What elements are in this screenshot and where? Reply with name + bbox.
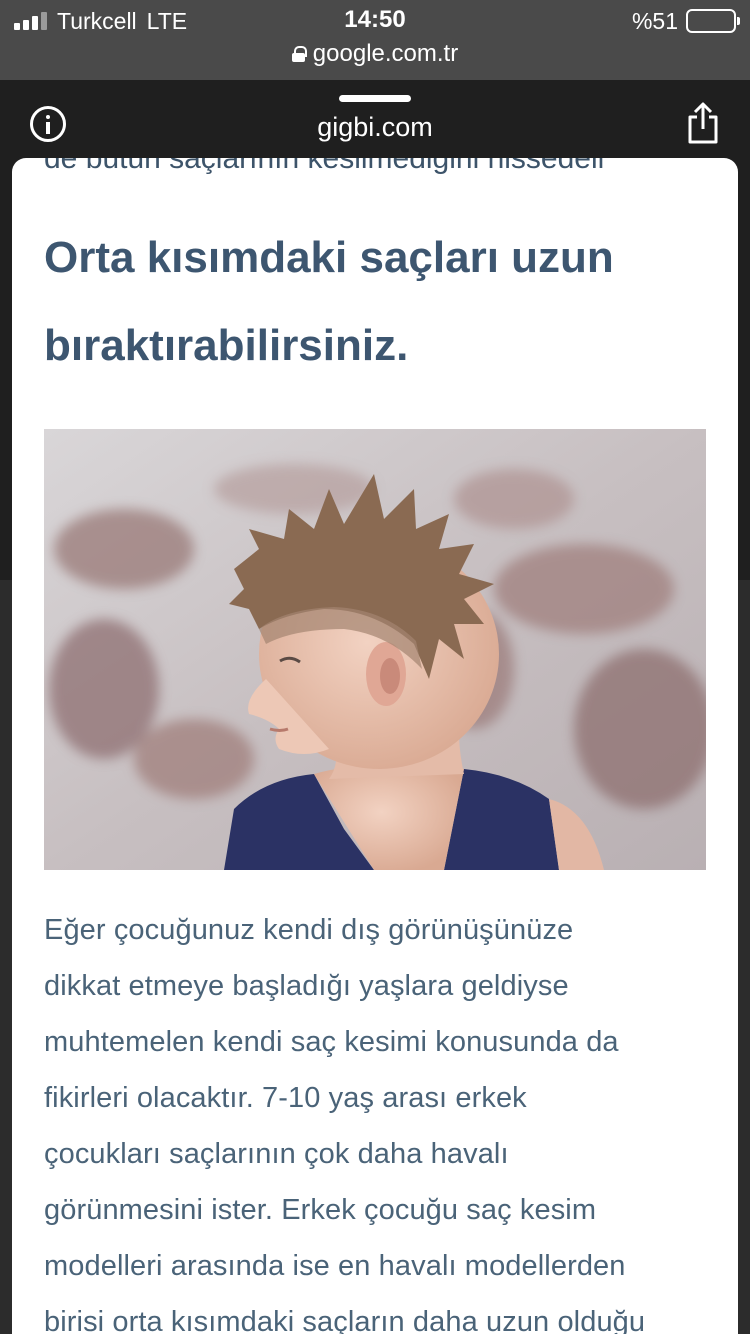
sheet-title: gigbi.com [317, 112, 433, 142]
battery-percent: %51 [631, 7, 678, 34]
article-heading: Orta kısımdaki saçları uzun bıraktırabil… [44, 233, 614, 370]
url-text: google.com.tr [312, 40, 459, 67]
body-line: dikkat etmeye başladığı yaşlara geldiyse [44, 970, 569, 1002]
cut-off-text: de bütün saçlarının kesilmediğini hissed… [44, 158, 605, 175]
body-line: birisi orta kısımdaki saçların daha uzun… [44, 1306, 646, 1334]
status-right: %51 [631, 6, 740, 36]
body-line: fikirleri olacaktır. 7-10 yaş arası erke… [44, 1082, 527, 1114]
url-bar[interactable]: google.com.tr [0, 40, 750, 68]
article-photo [44, 429, 706, 870]
status-bar: Turkcell LTE 14:50 %51 google.com.tr [0, 0, 750, 80]
body-line: muhtemelen kendi saç kesimi konusunda da [44, 1026, 619, 1058]
article-card[interactable]: de bütün saçlarının kesilmediğini hissed… [12, 158, 738, 1334]
share-icon[interactable] [686, 102, 720, 144]
body-line: çocukları saçlarının çok daha havalı [44, 1138, 509, 1170]
article-body: Eğer çocuğunuz kendi dış görünüşünüze dik… [44, 902, 708, 1334]
body-line: Eğer çocuğunuz kendi dış görünüşünüze [44, 914, 574, 946]
sheet-grabber[interactable] [339, 95, 411, 102]
battery-icon [686, 9, 740, 33]
lock-icon [291, 46, 307, 62]
body-line: görünmesini ister. Erkek çocuğu saç kesi… [44, 1194, 597, 1226]
body-line: modelleri arasında ise en havalı modelle… [44, 1250, 626, 1282]
